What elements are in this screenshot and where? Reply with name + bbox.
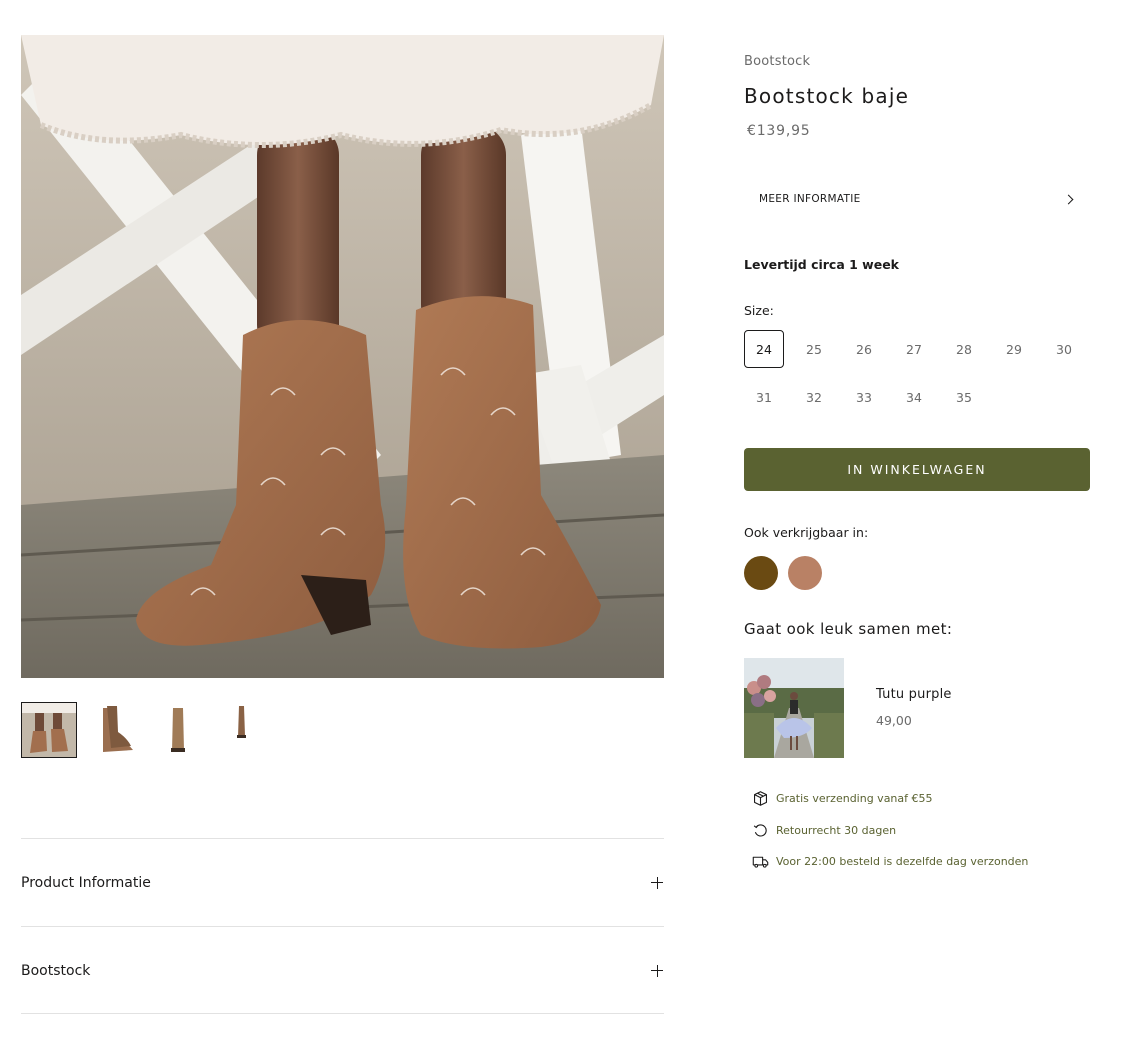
thumbnail-3[interactable] (150, 702, 206, 758)
size-option[interactable]: 27 (894, 330, 934, 368)
accordion-product-informatie[interactable]: Product Informatie (21, 838, 664, 926)
more-info-label: MEER INFORMATIE (759, 193, 861, 205)
usp-returns: Retourrecht 30 dagen (752, 822, 896, 839)
product-vendor[interactable]: Bootstock (744, 54, 810, 69)
thumbnail-2[interactable] (87, 702, 143, 758)
more-info-button[interactable]: MEER INFORMATIE (744, 180, 1090, 218)
color-swatch-tan[interactable] (788, 556, 822, 590)
usp-text: Gratis verzending vanaf €55 (776, 792, 933, 805)
lead-time: Levertijd circa 1 week (744, 257, 899, 272)
main-product-image[interactable] (21, 35, 664, 678)
product-photo (21, 35, 664, 678)
size-option[interactable]: 28 (944, 330, 984, 368)
size-option[interactable]: 32 (794, 378, 834, 416)
usp-free-shipping: Gratis verzending vanaf €55 (752, 790, 933, 807)
add-to-cart-button[interactable]: IN WINKELWAGEN (744, 448, 1090, 491)
accordion-label: Product Informatie (21, 874, 151, 891)
truck-icon (752, 856, 769, 868)
accordion-label: Bootstock (21, 962, 91, 979)
size-option[interactable]: 24 (744, 330, 784, 368)
size-option[interactable]: 30 (1044, 330, 1084, 368)
pairing-product-price: 49,00 (876, 713, 912, 728)
plus-icon (651, 876, 663, 889)
size-option[interactable]: 29 (994, 330, 1034, 368)
product-title: Bootstock baje (744, 84, 910, 108)
pairing-product-name[interactable]: Tutu purple (876, 687, 952, 702)
product-price: €139,95 (747, 123, 811, 139)
size-label: Size: (744, 303, 774, 318)
size-option[interactable]: 34 (894, 378, 934, 416)
size-option[interactable]: 25 (794, 330, 834, 368)
thumbnail-4[interactable] (213, 702, 269, 758)
pairing-product-image[interactable] (744, 658, 844, 758)
usp-text: Retourrecht 30 dagen (776, 824, 897, 837)
size-option[interactable]: 35 (944, 378, 984, 416)
divider (21, 1013, 664, 1014)
usp-text: Voor 22:00 besteld is dezelfde dag verzo… (776, 855, 1029, 868)
usp-same-day: Voor 22:00 besteld is dezelfde dag verzo… (752, 853, 1028, 870)
plus-icon (651, 964, 663, 977)
pairing-heading: Gaat ook leuk samen met: (744, 620, 953, 638)
return-icon (753, 824, 767, 837)
accordion-bootstock[interactable]: Bootstock (21, 926, 664, 1014)
size-option[interactable]: 26 (844, 330, 884, 368)
size-option[interactable]: 33 (844, 378, 884, 416)
size-option[interactable]: 31 (744, 378, 784, 416)
color-swatch-brown[interactable] (744, 556, 778, 590)
also-available-label: Ook verkrijgbaar in: (744, 525, 869, 540)
chevron-right-icon (1063, 194, 1074, 204)
box-icon (753, 791, 768, 806)
thumbnail-1[interactable] (21, 702, 77, 758)
